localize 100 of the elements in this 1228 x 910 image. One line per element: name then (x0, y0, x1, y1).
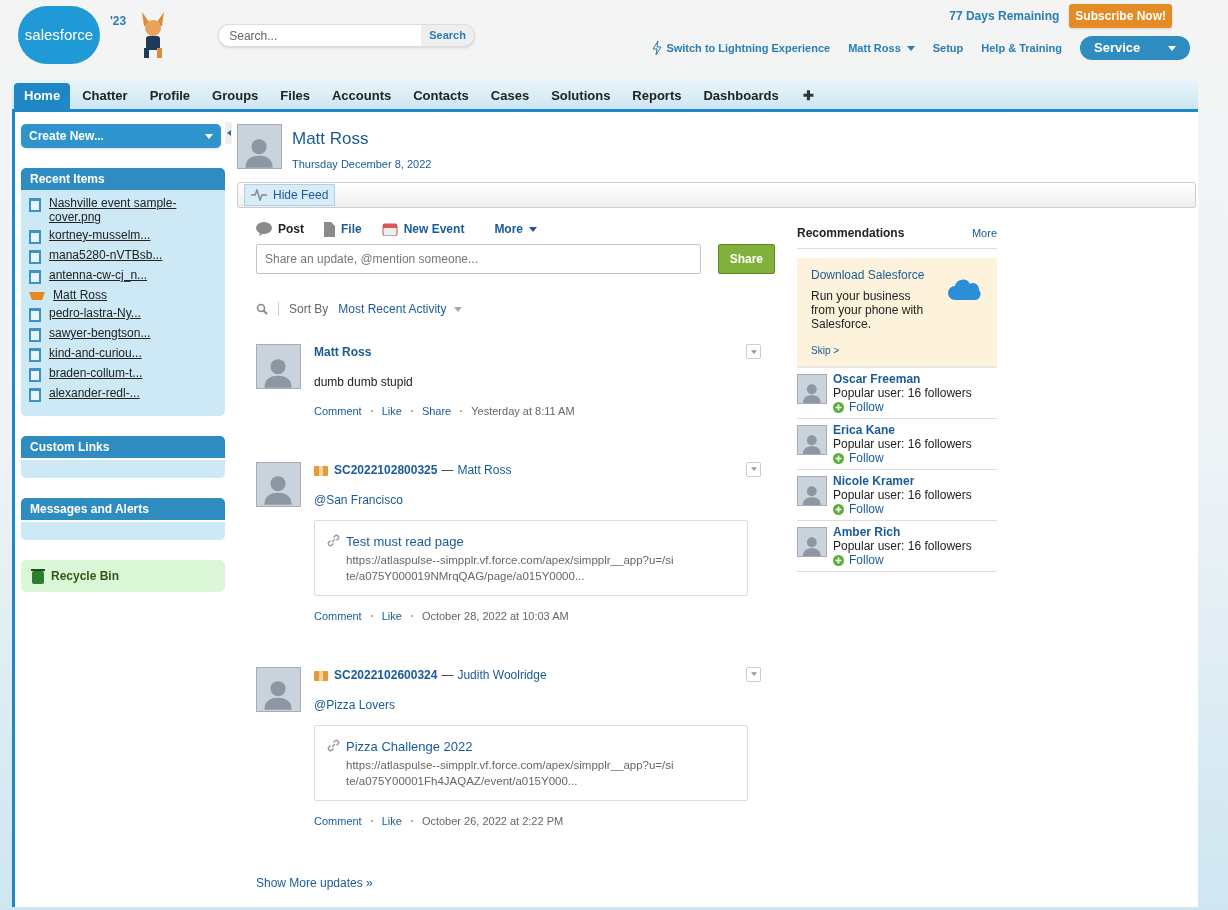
link-title[interactable]: Pizza Challenge 2022 (346, 736, 676, 756)
caret-icon (750, 672, 757, 676)
user-name-link[interactable]: Erica Kane (833, 423, 972, 437)
section-header: Recent Items (21, 168, 225, 190)
post-action-link[interactable]: Comment (314, 403, 362, 420)
promo-title-link[interactable]: Download Salesforce (811, 266, 983, 284)
post-input-field[interactable]: Share an update, @mention someone... (256, 244, 701, 274)
author-link[interactable]: Judith Woolridge (457, 665, 547, 684)
publisher-tab[interactable]: Post (256, 220, 304, 238)
post-action-link[interactable]: Comment (314, 608, 362, 625)
document-icon (29, 250, 41, 264)
post-timestamp: October 28, 2022 at 10:03 AM (421, 609, 569, 624)
plus-icon (833, 554, 844, 566)
recent-item-link[interactable]: kortney-musselm... (29, 228, 217, 244)
follow-link[interactable]: Follow (833, 502, 972, 516)
sort-menu[interactable]: Most Recent Activity (338, 300, 463, 318)
avatar-placeholder (237, 124, 282, 169)
skip-link[interactable]: Skip > (811, 343, 983, 358)
document-icon (29, 308, 41, 322)
recent-item-link[interactable]: Matt Ross (29, 288, 217, 302)
profile-name[interactable]: Matt Ross (292, 126, 432, 152)
more-link[interactable]: More (971, 224, 997, 242)
user-description: Popular user: 16 followers (833, 437, 972, 451)
nav-tab[interactable]: Accounts (321, 83, 402, 109)
recent-item-link[interactable]: pedro-lastra-Ny... (29, 306, 217, 322)
post-options-button[interactable] (746, 666, 761, 682)
record-link[interactable]: SC2022102600324 (334, 665, 438, 684)
post-action-link[interactable]: Share (421, 403, 452, 420)
add-tab-button[interactable]: ✚ (790, 83, 826, 109)
author-link[interactable]: Matt Ross (314, 343, 372, 361)
nav-tab[interactable]: Reports (622, 83, 692, 109)
nav-tab[interactable]: Cases (480, 83, 540, 109)
publisher-tab[interactable]: New Event (381, 220, 465, 238)
avatar-placeholder (256, 344, 301, 389)
caret-icon (205, 133, 213, 139)
recent-item-link[interactable]: mana5280-nVTBsb... (29, 248, 217, 264)
recycle-bin-link[interactable]: Recycle Bin (21, 560, 225, 592)
avatar-placeholder (256, 666, 301, 712)
package-icon (314, 668, 328, 681)
hide-feed-button[interactable]: Hide Feed (244, 184, 336, 206)
publisher-tab[interactable]: File (324, 220, 362, 238)
avatar-placeholder (797, 527, 827, 557)
follow-link[interactable]: Follow (833, 400, 972, 414)
header-link[interactable]: Help & Training (981, 39, 1062, 57)
post-options-button[interactable] (746, 344, 761, 359)
post-action-link[interactable]: Like (381, 813, 402, 830)
caret-icon (906, 45, 915, 51)
nav-tab[interactable]: Dashboards (693, 83, 789, 109)
nav-tab[interactable]: Home (14, 83, 71, 109)
caret-icon (1168, 45, 1176, 51)
document-icon (29, 230, 41, 244)
record-link[interactable]: SC2022102800325 (334, 460, 438, 479)
search-icon[interactable] (256, 303, 268, 315)
caret-icon (454, 306, 463, 312)
post-text: @San Francisco (314, 491, 404, 509)
user-name-link[interactable]: Amber Rich (833, 525, 972, 539)
calendar-icon (381, 222, 398, 236)
cloud-icon (947, 278, 981, 302)
trash-icon (31, 568, 45, 584)
nav-tab[interactable]: Groups (202, 83, 269, 109)
user-description: Popular user: 16 followers (833, 386, 972, 400)
recommendations-title: Recommendations (797, 225, 905, 242)
package-icon (314, 463, 328, 476)
more-actions-menu[interactable]: More (494, 220, 538, 238)
section-header: Messages and Alerts (21, 498, 225, 520)
author-link[interactable]: Matt Ross (457, 460, 512, 479)
link-title[interactable]: Test must read page (346, 531, 676, 551)
recent-item-link[interactable]: alexander-redl-... (29, 386, 217, 402)
user-name-link[interactable]: Oscar Freeman (833, 372, 972, 386)
recent-item-link[interactable]: sawyer-bengtson... (29, 326, 217, 342)
nav-tab[interactable]: Files (270, 83, 320, 109)
plus-icon (833, 452, 844, 464)
pulse-icon (251, 189, 267, 201)
document-icon (29, 368, 41, 382)
sidebar-collapse-handle[interactable] (225, 122, 232, 144)
nav-tab[interactable]: Contacts (403, 83, 479, 109)
follow-link[interactable]: Follow (833, 553, 972, 567)
user-name-link[interactable]: Nicole Kramer (833, 474, 972, 488)
post-action-link[interactable]: Comment (314, 813, 362, 830)
lightning-link[interactable]: Switch to Lightning Experience (652, 39, 831, 57)
header-link[interactable]: Setup (932, 39, 964, 57)
link-url: https://atlaspulse--simpplr.vf.force.com/apex/simpplr__app?u=/site/a075Y000019NMrqQAG/page/a015Y0000... (346, 553, 675, 584)
recent-item-link[interactable]: Nashville event sample-cover.png (29, 196, 217, 224)
nav-tab[interactable]: Solutions (541, 83, 621, 109)
post-action-link[interactable]: Like (381, 403, 402, 420)
recent-item-link[interactable]: braden-collum-t... (29, 366, 217, 382)
release-label: '23 (110, 13, 127, 30)
nav-tab[interactable]: Chatter (72, 83, 138, 109)
post-options-button[interactable] (746, 461, 761, 477)
user-menu[interactable]: Matt Ross (848, 39, 915, 57)
nav-tab[interactable]: Profile (139, 83, 201, 109)
plus-icon (833, 503, 844, 515)
recent-item-link[interactable]: kind-and-curiou... (29, 346, 217, 362)
app-menu[interactable]: Service (1080, 36, 1190, 60)
post-action-link[interactable]: Like (381, 608, 402, 625)
follow-link[interactable]: Follow (833, 451, 972, 465)
user-description: Popular user: 16 followers (833, 488, 972, 502)
separator-dash: — (441, 461, 454, 479)
show-more-link[interactable]: Show More updates » (256, 873, 775, 892)
recent-item-link[interactable]: antenna-cw-cj_n... (29, 268, 217, 284)
